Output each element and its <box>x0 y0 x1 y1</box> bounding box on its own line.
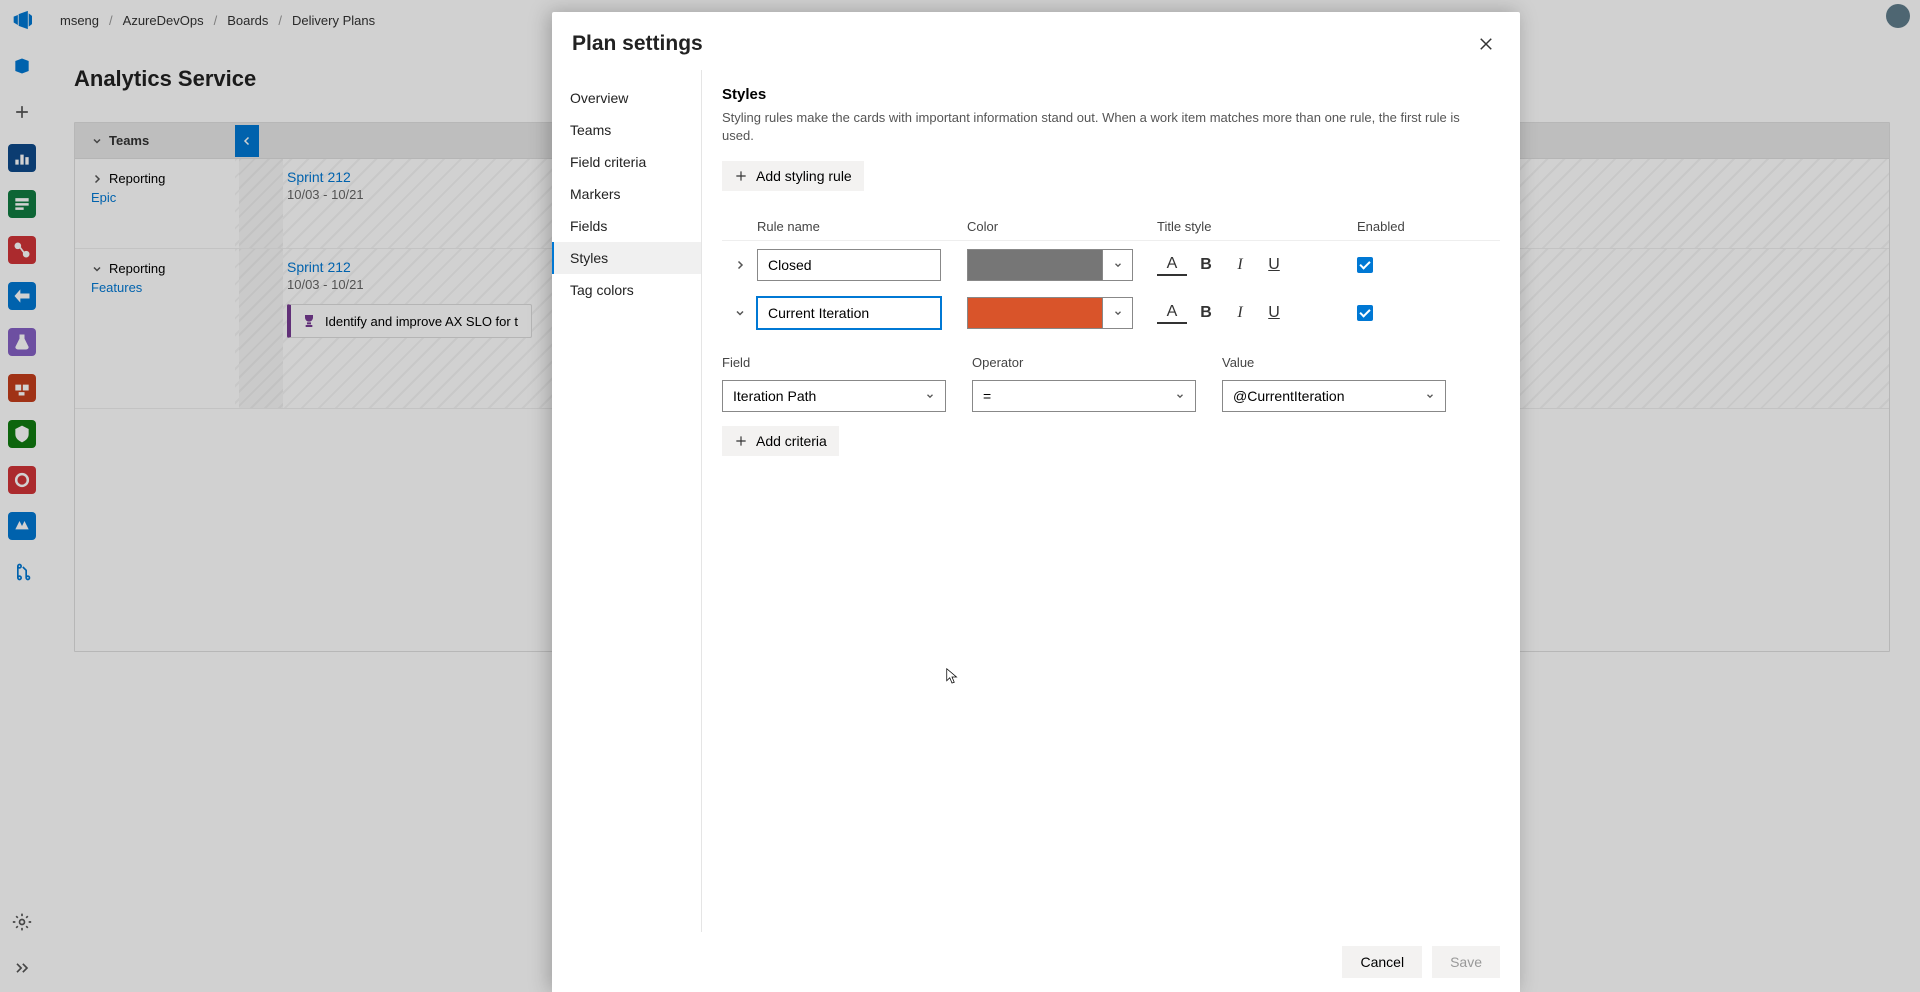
chevron-down-icon <box>1113 260 1123 270</box>
rule-name-cell <box>757 297 967 329</box>
col-enabled: Enabled <box>1357 219 1405 234</box>
italic-button[interactable]: I <box>1225 299 1255 327</box>
operator-dropdown[interactable]: = <box>972 380 1196 412</box>
chevron-down-icon <box>1113 308 1123 318</box>
panel-nav: Overview Teams Field criteria Markers Fi… <box>552 70 702 932</box>
enabled-checkbox[interactable] <box>1357 257 1373 273</box>
col-color: Color <box>967 219 1157 234</box>
field-dropdown[interactable]: Iteration Path <box>722 380 946 412</box>
chevron-down-icon <box>1425 391 1435 401</box>
panel-body: Overview Teams Field criteria Markers Fi… <box>552 70 1520 932</box>
add-criteria-button[interactable]: Add criteria <box>722 426 839 456</box>
plan-settings-panel: Plan settings Overview Teams Field crite… <box>552 12 1520 992</box>
enabled-checkbox[interactable] <box>1357 305 1373 321</box>
plus-icon <box>734 434 748 448</box>
styling-rule-row: A B I U <box>722 240 1500 289</box>
rule-color-cell <box>967 297 1157 329</box>
panel-content: Styles Styling rules make the cards with… <box>702 70 1520 932</box>
underline-button[interactable]: U <box>1259 251 1289 279</box>
bold-button[interactable]: B <box>1191 251 1221 279</box>
rule-name-input[interactable] <box>757 249 941 281</box>
panel-title: Plan settings <box>572 32 703 56</box>
font-color-button[interactable]: A <box>1157 254 1187 276</box>
styling-rule-row: A B I U <box>722 289 1500 337</box>
section-title: Styles <box>722 86 1500 103</box>
col-field: Field <box>722 355 972 370</box>
rule-name-cell <box>757 249 967 281</box>
title-style-cell: A B I U <box>1157 251 1357 279</box>
chevron-down-icon <box>1175 391 1185 401</box>
color-dropdown-button[interactable] <box>1102 250 1132 280</box>
italic-button[interactable]: I <box>1225 251 1255 279</box>
cancel-button[interactable]: Cancel <box>1342 946 1422 978</box>
title-style-cell: A B I U <box>1157 299 1357 327</box>
col-title-style: Title style <box>1157 219 1357 234</box>
save-button[interactable]: Save <box>1432 946 1500 978</box>
col-value: Value <box>1222 355 1452 370</box>
close-icon <box>1477 35 1495 53</box>
chevron-down-icon <box>925 391 935 401</box>
bold-button[interactable]: B <box>1191 299 1221 327</box>
rule-column-headers: Rule name Color Title style Enabled <box>722 219 1500 240</box>
chevron-down-icon <box>734 307 746 319</box>
col-rule-name: Rule name <box>757 219 967 234</box>
color-picker[interactable] <box>967 297 1133 329</box>
color-dropdown-button[interactable] <box>1102 298 1132 328</box>
section-description: Styling rules make the cards with import… <box>722 109 1482 145</box>
color-swatch <box>968 298 1102 328</box>
nav-fields[interactable]: Fields <box>552 210 701 242</box>
nav-overview[interactable]: Overview <box>552 82 701 114</box>
expand-rule-button[interactable] <box>722 259 757 271</box>
nav-field-criteria[interactable]: Field criteria <box>552 146 701 178</box>
chevron-right-icon <box>734 259 746 271</box>
nav-markers[interactable]: Markers <box>552 178 701 210</box>
panel-header: Plan settings <box>552 12 1520 70</box>
collapse-rule-button[interactable] <box>722 307 757 319</box>
enabled-cell <box>1357 305 1373 321</box>
color-swatch <box>968 250 1102 280</box>
col-operator: Operator <box>972 355 1222 370</box>
nav-styles[interactable]: Styles <box>552 242 701 274</box>
criteria-headers: Field Operator Value <box>722 355 1500 370</box>
add-styling-rule-button[interactable]: Add styling rule <box>722 161 864 191</box>
value-dropdown[interactable]: @CurrentIteration <box>1222 380 1446 412</box>
color-picker[interactable] <box>967 249 1133 281</box>
rule-name-input[interactable] <box>757 297 941 329</box>
enabled-cell <box>1357 257 1373 273</box>
rule-color-cell <box>967 249 1157 281</box>
close-button[interactable] <box>1472 30 1500 58</box>
panel-footer: Cancel Save <box>552 932 1520 992</box>
nav-teams[interactable]: Teams <box>552 114 701 146</box>
font-color-button[interactable]: A <box>1157 302 1187 324</box>
criteria-row: Iteration Path = @CurrentIteration <box>722 380 1500 412</box>
underline-button[interactable]: U <box>1259 299 1289 327</box>
plus-icon <box>734 169 748 183</box>
nav-tag-colors[interactable]: Tag colors <box>552 274 701 306</box>
